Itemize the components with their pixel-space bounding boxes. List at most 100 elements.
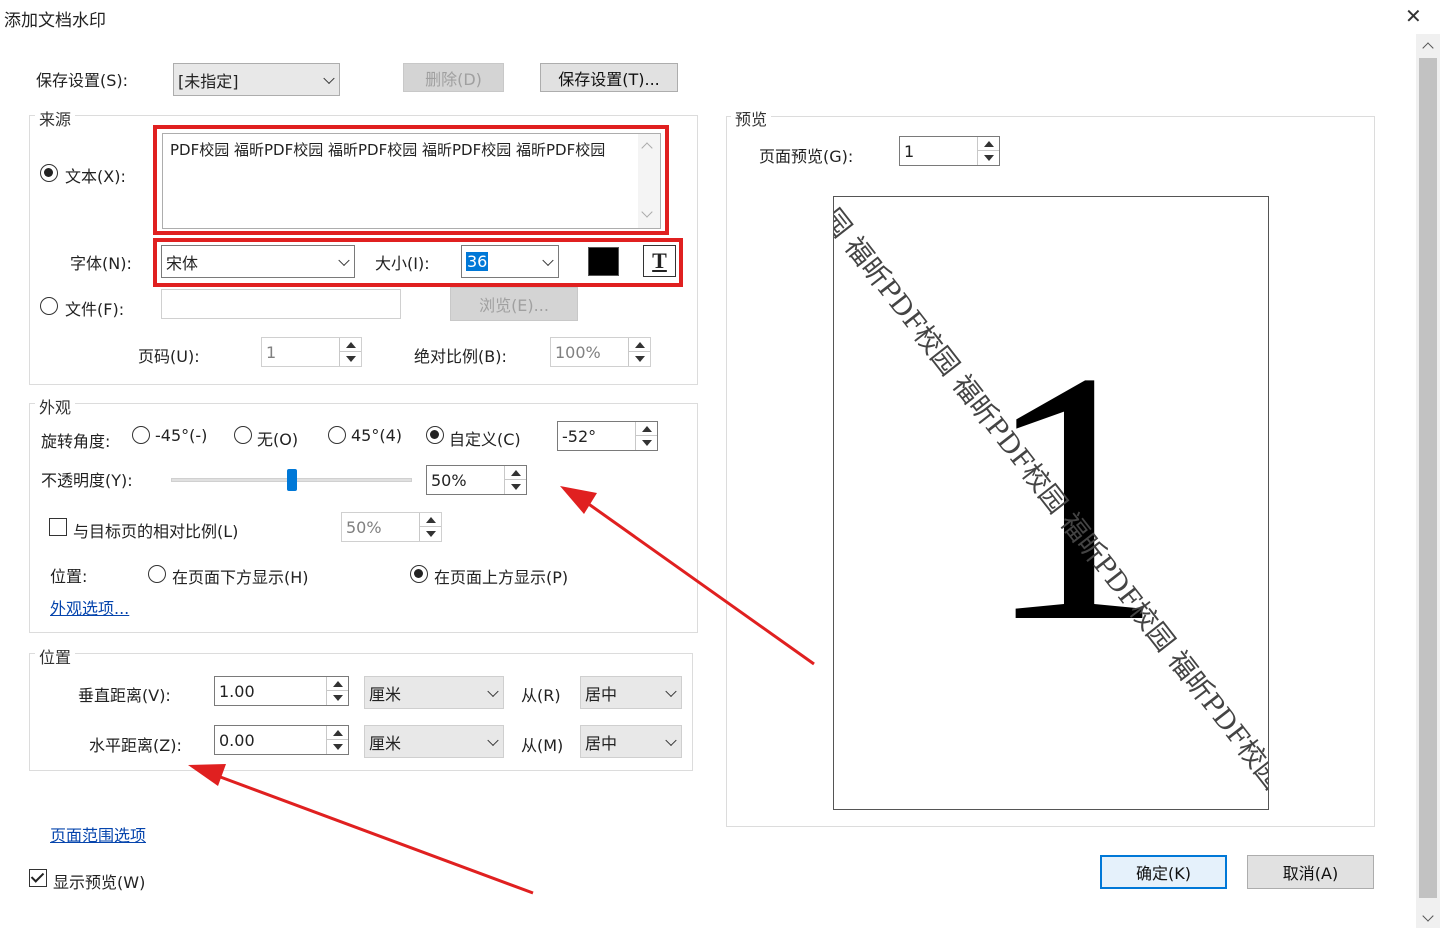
spin-up-icon[interactable]	[978, 137, 999, 151]
vertical-from-label: 从(R)	[521, 682, 561, 706]
show-preview-label: 显示预览(W)	[53, 869, 145, 893]
delete-button[interactable]: 删除(D)	[403, 63, 504, 92]
text-radio[interactable]	[40, 164, 58, 182]
rot-none-radio[interactable]	[234, 426, 252, 444]
window-scrollbar[interactable]	[1416, 34, 1440, 928]
rot-custom-radio[interactable]	[426, 426, 444, 444]
source-group-title: 来源	[35, 106, 75, 130]
opacity-label: 不透明度(Y):	[41, 467, 133, 491]
vertical-label: 垂直距离(V):	[78, 682, 171, 706]
browse-button[interactable]: 浏览(E)...	[450, 287, 578, 321]
vertical-from-select[interactable]: 居中	[580, 676, 682, 709]
file-input[interactable]	[161, 289, 401, 319]
spin-down-icon[interactable]	[978, 151, 999, 165]
vertical-spinner[interactable]: 1.00	[214, 676, 349, 706]
scrollbar-thumb[interactable]	[1419, 58, 1437, 898]
show-preview-checkbox[interactable]	[29, 869, 47, 887]
opacity-slider-thumb[interactable]	[287, 469, 297, 491]
horizontal-from-value: 居中	[585, 730, 617, 754]
horizontal-value: 0.00	[219, 731, 255, 750]
scale-spinner[interactable]: 100%	[550, 337, 651, 367]
spin-up-icon[interactable]	[505, 466, 526, 480]
vertical-unit-select[interactable]: 厘米	[364, 676, 504, 709]
window-title: 添加文档水印	[4, 6, 106, 31]
relative-scale-spinner[interactable]: 50%	[341, 512, 442, 542]
chevron-down-icon	[487, 734, 498, 745]
page-label: 页码(U):	[138, 343, 200, 367]
page-preview-value: 1	[904, 142, 914, 161]
close-icon[interactable]: ✕	[1405, 4, 1422, 28]
chevron-down-icon	[323, 72, 334, 83]
vertical-unit-value: 厘米	[369, 681, 401, 705]
vertical-from-value: 居中	[585, 681, 617, 705]
spin-up-icon[interactable]	[327, 677, 348, 691]
horizontal-label: 水平距离(Z):	[89, 732, 182, 756]
relative-scale-value: 50%	[346, 518, 382, 537]
horizontal-unit-select[interactable]: 厘米	[364, 725, 504, 758]
vertical-value: 1.00	[219, 682, 255, 701]
horizontal-from-select[interactable]: 居中	[580, 725, 682, 758]
scale-label: 绝对比例(B):	[414, 343, 507, 367]
position-group-title: 位置	[35, 644, 75, 668]
spin-up-icon[interactable]	[629, 338, 650, 352]
rot-custom-label: 自定义(C)	[449, 426, 521, 450]
below-page-radio[interactable]	[148, 565, 166, 583]
file-radio[interactable]	[40, 297, 58, 315]
layer-position-label: 位置:	[50, 563, 87, 587]
scroll-down-icon[interactable]	[1422, 910, 1433, 921]
opacity-value: 50%	[431, 471, 467, 490]
rotation-value: -52°	[562, 427, 596, 446]
annotation-text-highlight	[153, 125, 669, 235]
page-value: 1	[266, 343, 276, 362]
appearance-group-title: 外观	[35, 394, 75, 418]
rot-45-radio[interactable]	[328, 426, 346, 444]
preview-watermark-text: 园 福昕PDF校园 福昕PDF校园 福昕PDF校园 福昕PDF校园 福昕	[833, 199, 1269, 810]
save-settings-button[interactable]: 保存设置(T)...	[540, 63, 678, 92]
saved-settings-label: 保存设置(S):	[36, 67, 128, 91]
rot-45-label: 45°(4)	[351, 426, 402, 445]
spin-down-icon[interactable]	[340, 352, 361, 366]
scale-value: 100%	[555, 343, 601, 362]
above-page-radio[interactable]	[410, 565, 428, 583]
relative-scale-checkbox[interactable]	[49, 518, 67, 536]
annotation-arrow-horizontal	[188, 764, 533, 893]
file-radio-label: 文件(F):	[65, 296, 124, 320]
rotation-label: 旋转角度:	[41, 428, 110, 452]
annotation-font-highlight	[153, 238, 683, 287]
spin-down-icon[interactable]	[629, 352, 650, 366]
rotation-spinner[interactable]: -52°	[557, 421, 658, 451]
page-range-link[interactable]: 页面范围选项	[50, 822, 146, 846]
saved-settings-value: [未指定]	[178, 68, 239, 92]
saved-settings-select[interactable]: [未指定]	[173, 63, 340, 96]
spin-down-icon[interactable]	[327, 740, 348, 754]
spin-up-icon[interactable]	[340, 338, 361, 352]
horizontal-unit-value: 厘米	[369, 730, 401, 754]
spin-down-icon[interactable]	[505, 480, 526, 494]
appearance-options-link[interactable]: 外观选项...	[50, 595, 129, 619]
rot-neg45-label: -45°(-)	[155, 426, 207, 445]
text-radio-label: 文本(X):	[65, 163, 126, 187]
preview-page: 1 园 福昕PDF校园 福昕PDF校园 福昕PDF校园 福昕PDF校园 福昕	[833, 196, 1269, 810]
spin-down-icon[interactable]	[327, 691, 348, 705]
preview-group-title: 预览	[731, 106, 771, 130]
page-spinner[interactable]: 1	[261, 337, 362, 367]
rot-none-label: 无(O)	[257, 426, 298, 450]
ok-button[interactable]: 确定(K)	[1100, 855, 1227, 889]
chevron-down-icon	[665, 734, 676, 745]
scroll-up-icon[interactable]	[1422, 42, 1433, 53]
spin-up-icon[interactable]	[420, 513, 441, 527]
spin-up-icon[interactable]	[327, 726, 348, 740]
spin-up-icon[interactable]	[636, 422, 657, 436]
spin-down-icon[interactable]	[420, 527, 441, 541]
horizontal-spinner[interactable]: 0.00	[214, 725, 349, 755]
spin-down-icon[interactable]	[636, 436, 657, 450]
cancel-button[interactable]: 取消(A)	[1247, 855, 1374, 889]
above-page-label: 在页面上方显示(P)	[434, 564, 568, 588]
page-preview-spinner[interactable]: 1	[899, 136, 1000, 166]
opacity-spinner[interactable]: 50%	[426, 465, 527, 495]
horizontal-from-label: 从(M)	[521, 732, 563, 756]
chevron-down-icon	[665, 685, 676, 696]
rot-neg45-radio[interactable]	[132, 426, 150, 444]
page-preview-label: 页面预览(G):	[759, 143, 853, 167]
chevron-down-icon	[487, 685, 498, 696]
